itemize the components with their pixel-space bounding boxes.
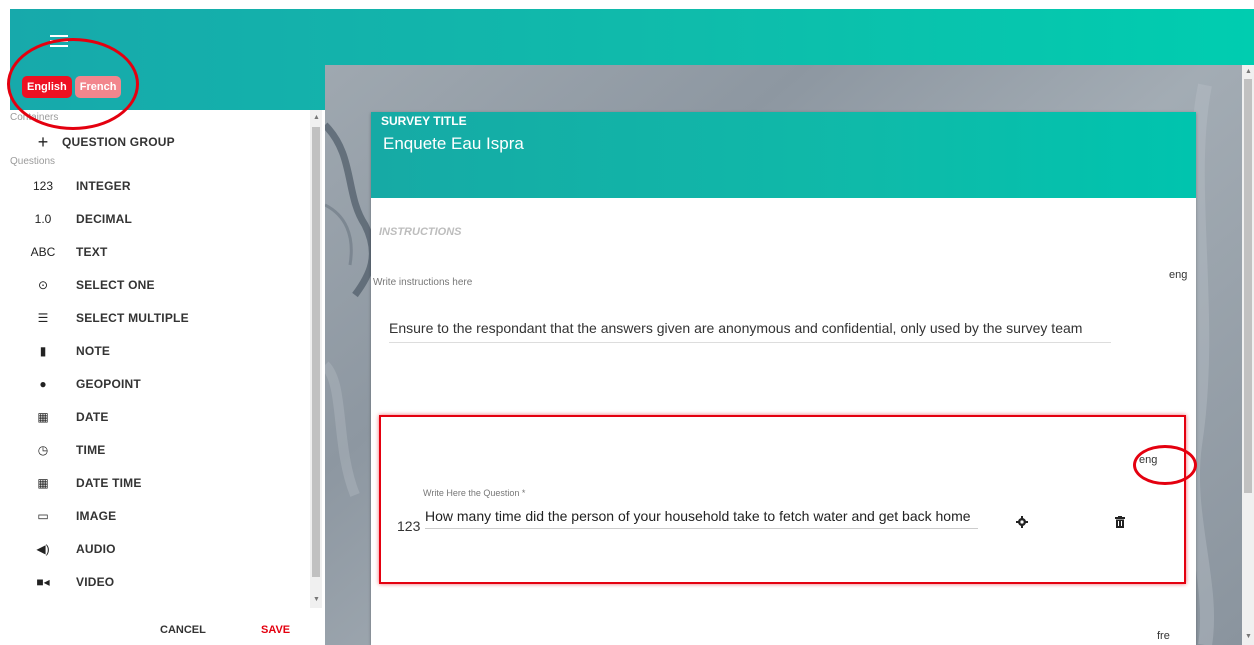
cancel-button[interactable]: CANCEL	[160, 624, 206, 636]
instructions-hint: Write instructions here	[373, 277, 473, 288]
palette-item-label: SELECT ONE	[76, 278, 155, 292]
palette-item-label: VIDEO	[76, 575, 115, 589]
instructions-input[interactable]: Ensure to the respondant that the answer…	[389, 320, 1111, 343]
note-icon: ▮	[39, 344, 47, 358]
palette-item-label: NOTE	[76, 344, 111, 358]
gear-icon[interactable]	[1016, 515, 1028, 533]
image-icon: ▭	[37, 509, 49, 523]
survey-card-header: SURVEY TITLE Enquete Eau Ispra	[371, 112, 1196, 198]
next-language-tag: fre	[1157, 630, 1170, 642]
palette-footer: CANCEL SAVE	[10, 608, 315, 645]
scroll-down-icon[interactable]: ▼	[1245, 633, 1252, 640]
palette-item-time[interactable]: ◷ TIME	[10, 434, 310, 466]
survey-title-field[interactable]: Enquete Eau Ispra	[383, 134, 524, 154]
save-button[interactable]: SAVE	[261, 624, 290, 636]
palette-item-label: DATE TIME	[76, 476, 142, 490]
palette-item-label: TIME	[76, 443, 106, 457]
question-input[interactable]: How many time did the person of your hou…	[425, 508, 978, 529]
speaker-icon: ◀)	[36, 542, 50, 556]
globe-icon: ●	[39, 377, 47, 391]
questions-section-label: Questions	[10, 156, 56, 167]
palette-scrollbar[interactable]: ▲ ▼	[310, 110, 322, 608]
instructions-language-tag: eng	[1169, 269, 1188, 281]
palette-item-label: DATE	[76, 410, 109, 424]
text-icon: ABC	[30, 245, 56, 259]
calendar-icon: ▦	[37, 476, 49, 490]
video-camera-icon: ■◂	[36, 575, 50, 589]
palette-item-audio[interactable]: ◀) AUDIO	[10, 533, 310, 565]
annotation-circle-languages	[7, 38, 139, 130]
palette-item-label: IMAGE	[76, 509, 117, 523]
palette-item-integer[interactable]: 123 INTEGER	[10, 170, 310, 202]
scroll-up-icon[interactable]: ▲	[313, 114, 320, 121]
trash-icon[interactable]	[1115, 515, 1125, 533]
radio-button-icon: ⊙	[37, 278, 49, 292]
clock-icon: ◷	[37, 443, 49, 457]
palette-item-date-time[interactable]: ▦ DATE TIME	[10, 467, 310, 499]
palette-item-question-group[interactable]: + QUESTION GROUP	[10, 126, 310, 158]
annotation-circle-eng-tag	[1133, 445, 1197, 485]
list-icon: ☰	[37, 311, 49, 325]
palette-item-select-one[interactable]: ⊙ SELECT ONE	[10, 269, 310, 301]
survey-title-label: SURVEY TITLE	[381, 114, 467, 128]
palette-item-label: SELECT MULTIPLE	[76, 311, 189, 325]
palette-item-label: INTEGER	[76, 179, 131, 193]
palette-item-image[interactable]: ▭ IMAGE	[10, 500, 310, 532]
palette-item-geopoint[interactable]: ● GEOPOINT	[10, 368, 310, 400]
question-type-label: 123	[397, 518, 421, 534]
palette-item-note[interactable]: ▮ NOTE	[10, 335, 310, 367]
scroll-down-icon[interactable]: ▼	[313, 596, 320, 603]
question-hint: Write Here the Question *	[423, 488, 526, 498]
question-card[interactable]: eng Write Here the Question * 123 How ma…	[379, 415, 1186, 584]
calendar-icon: ▦	[37, 410, 49, 424]
survey-card: SURVEY TITLE Enquete Eau Ispra INSTRUCTI…	[371, 112, 1196, 645]
scroll-up-icon[interactable]: ▲	[1245, 68, 1252, 75]
palette-item-date[interactable]: ▦ DATE	[10, 401, 310, 433]
palette-item-label: TEXT	[76, 245, 108, 259]
app-screen: English French Containers + QUESTION GRO…	[0, 0, 1254, 645]
palette-item-select-multiple[interactable]: ☰ SELECT MULTIPLE	[10, 302, 310, 334]
palette-item-decimal[interactable]: 1.0 DECIMAL	[10, 203, 310, 235]
palette-item-label: AUDIO	[76, 542, 116, 556]
integer-icon: 123	[32, 179, 54, 193]
scrollbar-thumb[interactable]	[1244, 79, 1252, 493]
palette-item-label: QUESTION GROUP	[62, 135, 175, 149]
question-palette: Containers + QUESTION GROUP Questions 12…	[10, 110, 315, 608]
scrollbar-thumb[interactable]	[312, 127, 320, 577]
palette-item-text[interactable]: ABC TEXT	[10, 236, 310, 268]
instructions-label: INSTRUCTIONS	[379, 226, 462, 238]
palette-item-video[interactable]: ■◂ VIDEO	[10, 566, 310, 598]
decimal-icon: 1.0	[34, 212, 52, 226]
palette-item-label: DECIMAL	[76, 212, 133, 226]
main-scrollbar[interactable]: ▲ ▼	[1242, 65, 1254, 645]
palette-item-label: GEOPOINT	[76, 377, 141, 391]
